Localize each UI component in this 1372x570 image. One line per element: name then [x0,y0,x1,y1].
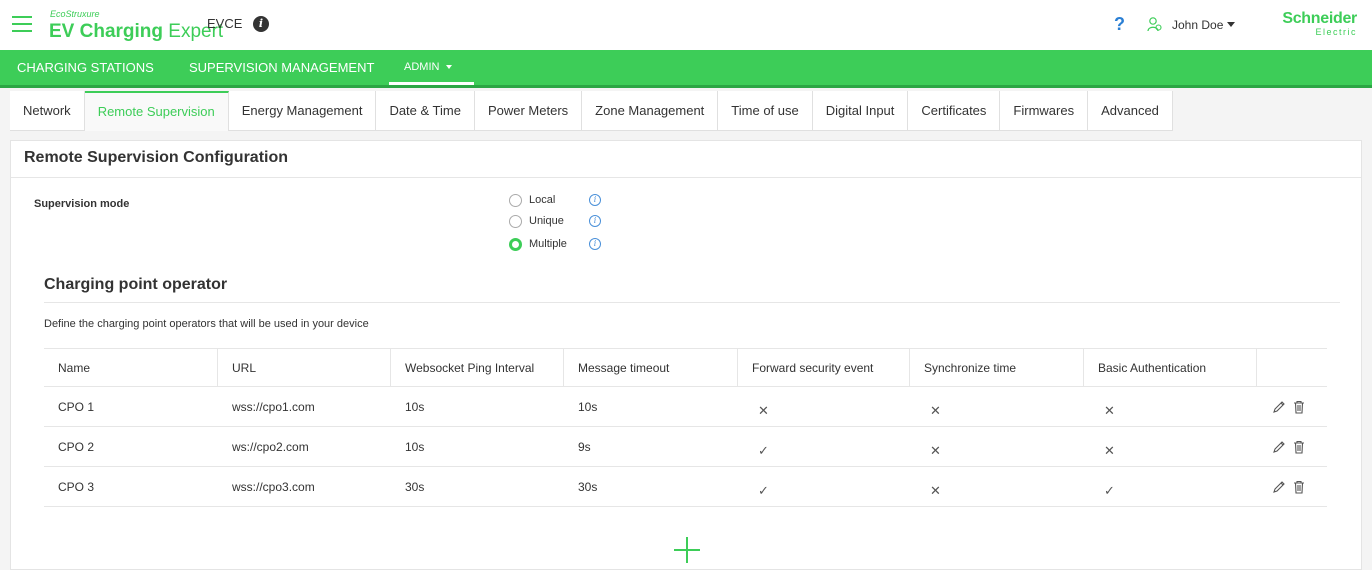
nav-supervision-management[interactable]: SUPERVISION MANAGEMENT [189,50,374,85]
cell-timeout: 10s [578,399,598,414]
admin-tabs: Network Remote Supervision Energy Manage… [10,91,1173,131]
edit-icon[interactable] [1271,399,1287,415]
logo-line2: Electric [1315,27,1357,37]
app-title-bold: EV Charging [49,21,164,42]
mode-option-multiple[interactable]: Multiple [509,236,567,252]
col-ping-interval[interactable]: Websocket Ping Interval [391,349,564,386]
info-icon[interactable]: i [589,215,601,227]
col-message-timeout[interactable]: Message timeout [564,349,738,386]
info-icon[interactable]: i [589,238,601,250]
radio-multiple-label: Multiple [529,238,567,250]
add-cpo-button[interactable] [674,537,700,563]
logo-line1: Schneider [1282,10,1357,27]
tab-network[interactable]: Network [10,91,85,131]
mode-option-unique[interactable]: Unique [509,213,564,229]
divider [11,177,1361,178]
divider [44,302,1340,303]
main-nav: CHARGING STATIONS SUPERVISION MANAGEMENT… [0,50,1372,88]
tab-firmwares[interactable]: Firmwares [1000,91,1089,131]
tab-certificates[interactable]: Certificates [908,91,1001,131]
row-actions [1271,427,1307,466]
chevron-down-icon[interactable] [1227,22,1235,27]
tab-time-of-use[interactable]: Time of use [718,91,813,131]
cell-name: CPO 3 [58,479,95,494]
radio-unique-label: Unique [529,215,564,227]
trash-icon[interactable] [1291,479,1307,495]
cell-auth: ✕ [1104,402,1115,418]
row-actions [1271,467,1307,506]
col-forward-security[interactable]: Forward security event [738,349,910,386]
cell-url: wss://cpo1.com [232,399,315,414]
user-name[interactable]: John Doe [1172,18,1223,32]
row-actions [1271,387,1307,426]
table-row: CPO 2 ws://cpo2.com 10s 9s ✓ ✕ ✕ [44,427,1327,467]
col-actions [1257,349,1327,386]
col-synchronize-time[interactable]: Synchronize time [910,349,1084,386]
tab-digital-input[interactable]: Digital Input [812,91,909,131]
cell-url: wss://cpo3.com [232,479,315,494]
cpo-table: Name URL Websocket Ping Interval Message… [44,348,1327,507]
cell-name: CPO 2 [58,439,95,454]
tab-zone-management[interactable]: Zone Management [582,91,719,131]
cell-forward: ✓ [758,442,769,458]
cell-sync: ✕ [930,402,941,418]
chevron-down-icon [446,65,453,70]
cell-ping: 30s [405,479,425,494]
cell-timeout: 9s [578,439,591,454]
cell-name: CPO 1 [58,399,95,414]
edit-icon[interactable] [1271,439,1287,455]
mode-option-local[interactable]: Local [509,192,555,208]
panel-title: Remote Supervision Configuration [24,149,289,166]
cell-url: ws://cpo2.com [232,439,309,454]
radio-unique[interactable] [509,214,522,228]
cell-forward: ✕ [758,402,769,418]
cell-auth: ✕ [1104,442,1115,458]
tab-energy-management[interactable]: Energy Management [228,91,377,131]
cpo-section-title: Charging point operator [44,276,228,293]
edit-icon[interactable] [1271,479,1287,495]
cell-timeout: 30s [578,479,598,494]
device-name: EVCE [207,16,243,31]
schneider-logo: Schneider Electric [1275,10,1357,38]
nav-admin[interactable]: ADMIN [389,50,474,85]
help-icon[interactable]: ? [1114,14,1125,35]
trash-icon[interactable] [1291,439,1307,455]
info-icon[interactable]: i [253,16,269,32]
cell-sync: ✕ [930,482,941,498]
radio-local[interactable] [509,193,522,207]
cell-forward: ✓ [758,482,769,498]
app-header: EcoStruxure EV Charging Expert EVCE i ? … [0,0,1372,50]
supervision-mode-label: Supervision mode [34,198,130,210]
radio-multiple[interactable] [509,237,522,251]
nav-charging-stations[interactable]: CHARGING STATIONS [17,50,154,85]
remote-supervision-panel: Remote Supervision Configuration Supervi… [10,140,1362,570]
info-icon[interactable]: i [589,194,601,206]
col-url[interactable]: URL [218,349,391,386]
radio-local-label: Local [529,194,556,206]
tab-remote-supervision[interactable]: Remote Supervision [84,91,229,131]
cell-ping: 10s [405,399,425,414]
trash-icon[interactable] [1291,399,1307,415]
brand-ecostruxure: EcoStruxure [50,9,100,19]
menu-icon[interactable] [12,16,32,32]
cell-ping: 10s [405,439,425,454]
cell-sync: ✕ [930,442,941,458]
tab-power-meters[interactable]: Power Meters [474,91,583,131]
col-name[interactable]: Name [44,349,218,386]
tab-date-time[interactable]: Date & Time [376,91,475,131]
user-icon[interactable] [1147,16,1163,32]
nav-admin-label: ADMIN [404,61,440,73]
cell-auth: ✓ [1104,482,1115,498]
table-header: Name URL Websocket Ping Interval Message… [44,348,1327,387]
tab-advanced[interactable]: Advanced [1088,91,1173,131]
table-row: CPO 1 wss://cpo1.com 10s 10s ✕ ✕ ✕ [44,387,1327,427]
app-title: EV Charging Expert [49,21,223,43]
table-row: CPO 3 wss://cpo3.com 30s 30s ✓ ✕ ✓ [44,467,1327,507]
cpo-description: Define the charging point operators that… [44,318,369,330]
col-basic-auth[interactable]: Basic Authentication [1084,349,1257,386]
